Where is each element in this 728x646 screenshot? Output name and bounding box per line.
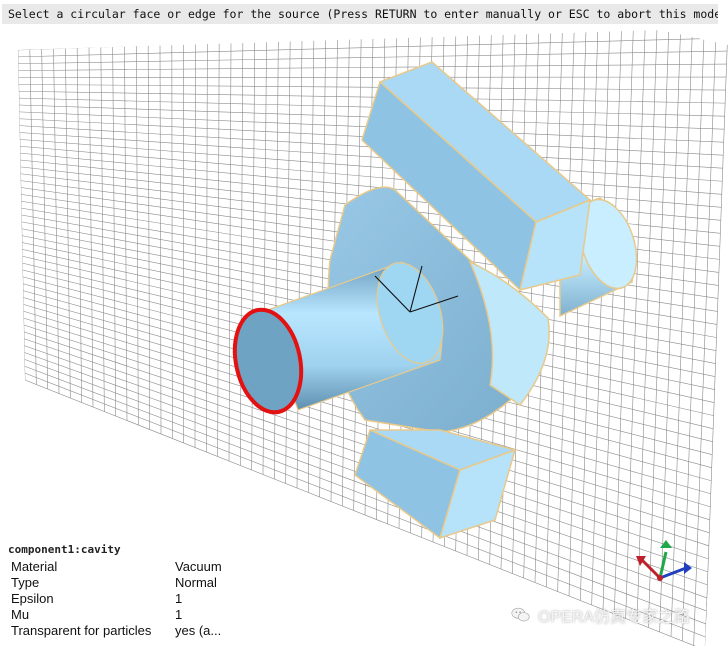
- property-row-mu: Mu 1: [8, 607, 224, 623]
- wechat-icon: [511, 607, 530, 622]
- properties-title: component1:cavity: [8, 543, 121, 556]
- property-value: Vacuum: [175, 559, 222, 574]
- property-value: Normal: [175, 575, 217, 590]
- property-value: yes (a...: [175, 623, 222, 638]
- watermark: OPERA仿真专家之路: [510, 604, 690, 626]
- property-key: Material: [11, 559, 58, 574]
- status-bar-message: Select a circular face or edge for the s…: [2, 4, 718, 24]
- watermark-text: OPERA仿真专家之路: [538, 609, 691, 626]
- lower-block: [354, 428, 518, 540]
- property-key: Transparent for particles: [11, 623, 152, 638]
- property-key: Epsilon: [11, 591, 54, 606]
- property-key: Type: [11, 575, 40, 590]
- properties-panel: component1:cavity Material Vacuum Type N…: [4, 537, 230, 643]
- property-key: Mu: [11, 607, 30, 622]
- property-row-material: Material Vacuum: [8, 559, 224, 575]
- property-row-epsilon: Epsilon 1: [8, 591, 224, 607]
- property-row-transparent: Transparent for particles yes (a...: [8, 623, 224, 639]
- property-value: 1: [175, 591, 183, 606]
- property-row-type: Type Normal: [8, 575, 224, 591]
- axis-triad-icon: [636, 540, 692, 581]
- grid-line: [704, 30, 728, 646]
- property-value: 1: [175, 607, 183, 622]
